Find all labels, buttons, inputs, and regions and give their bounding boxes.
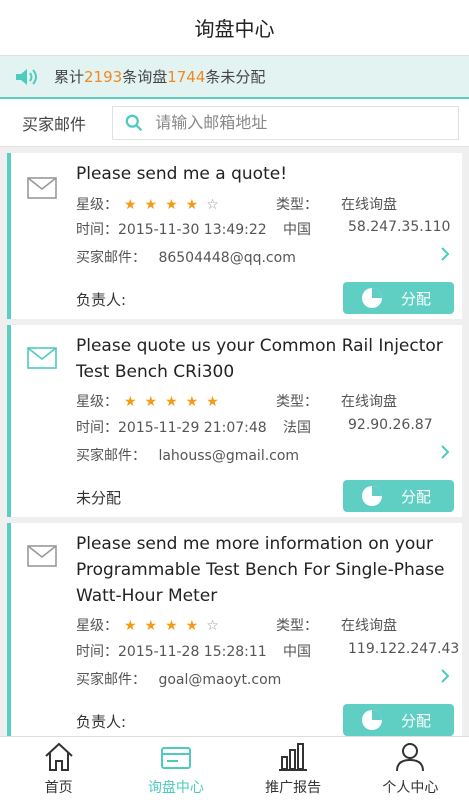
assign-label: 分配	[401, 487, 432, 506]
speaker-icon	[16, 68, 37, 85]
top-header: 询盘中心	[0, 0, 469, 56]
email-row: 买家邮件： goal@maoyt.com	[76, 669, 281, 689]
email-label: 买家邮件：	[76, 250, 146, 266]
time-row: 时间：2015-11-28 15:28:11 中国 119.122.247.43	[76, 641, 459, 661]
email-label: 买家邮件：	[76, 448, 146, 464]
star-rating: ★★★★☆	[124, 618, 227, 634]
time-label: 时间：	[76, 222, 118, 238]
owner-label: 负责人:	[76, 291, 127, 309]
inquiry-time: 2015-11-30 13:49:22	[118, 222, 267, 238]
star-rating: ★★★★★	[124, 394, 227, 410]
inquiry-type: 在线询盘	[341, 197, 397, 213]
owner-label: 未分配	[76, 489, 122, 507]
inquiry-type: 在线询盘	[341, 618, 397, 634]
mail-icon	[27, 545, 57, 567]
chevron-right-icon[interactable]	[438, 668, 452, 684]
inquiry-card[interactable]: Please send me more information on your …	[7, 523, 462, 736]
star-rating: ★★★★☆	[124, 197, 227, 213]
rating-row: 星级： ★★★★☆ 类型： 在线询盘	[76, 194, 397, 214]
type-label: 类型：	[276, 197, 318, 213]
rating-label: 星级：	[76, 394, 118, 410]
rating-row: 星级： ★★★★★ 类型： 在线询盘	[76, 391, 397, 411]
tab-label: 询盘中心	[147, 780, 204, 796]
email-row: 买家邮件： lahouss@gmail.com	[76, 445, 299, 465]
page-title: 询盘中心	[194, 17, 275, 41]
email-label: 买家邮件：	[76, 672, 146, 688]
summary-suffix: 条未分配	[205, 68, 266, 86]
tab-label: 首页	[44, 780, 73, 796]
owner-label: 负责人:	[76, 713, 127, 731]
rating-label: 星级：	[76, 197, 118, 213]
inquiry-card[interactable]: Please send me a quote! 星级： ★★★★☆ 类型： 在线询…	[7, 153, 462, 319]
assign-label: 分配	[401, 289, 432, 308]
buyer-email: 86504448@qq.com	[158, 250, 296, 266]
mail-icon	[27, 177, 57, 199]
pie-chart-icon	[362, 710, 382, 730]
inquiry-time: 2015-11-29 21:07:48	[118, 420, 267, 436]
inquiry-icon	[160, 747, 191, 769]
assign-button[interactable]: 分配	[343, 704, 454, 736]
inquiry-time: 2015-11-28 15:28:11	[118, 644, 267, 660]
time-row: 时间：2015-11-29 21:07:48 法国 92.90.26.87	[76, 417, 433, 437]
time-row: 时间：2015-11-30 13:49:22 中国 58.247.35.110	[76, 219, 450, 239]
chevron-right-icon[interactable]	[438, 444, 452, 460]
inquiry-ip: 92.90.26.87	[348, 417, 433, 433]
email-row: 买家邮件： 86504448@qq.com	[76, 247, 296, 267]
inquiry-ip: 119.122.247.43	[348, 641, 460, 657]
inquiry-title[interactable]: Please send me more information on your …	[76, 531, 448, 609]
summary-prefix: 累计	[54, 68, 85, 86]
search-label: 买家邮件	[22, 114, 87, 134]
home-icon	[44, 742, 73, 771]
inquiry-country: 中国	[283, 644, 311, 660]
summary-mid: 条询盘	[122, 68, 168, 86]
pie-chart-icon	[362, 486, 382, 506]
tab-personal-center[interactable]: 个人中心	[352, 737, 469, 800]
assign-label: 分配	[401, 711, 432, 730]
buyer-email: lahouss@gmail.com	[158, 448, 300, 464]
rating-row: 星级： ★★★★☆ 类型： 在线询盘	[76, 615, 397, 635]
inquiry-type: 在线询盘	[341, 394, 397, 410]
inquiry-list: Please send me a quote! 星级： ★★★★☆ 类型： 在线询…	[0, 149, 469, 736]
user-icon	[396, 743, 425, 772]
total-count: 2193	[84, 67, 123, 86]
search-box[interactable]	[112, 105, 459, 140]
inquiry-country: 法国	[283, 420, 311, 436]
assign-button[interactable]: 分配	[343, 282, 454, 314]
buyer-email: goal@maoyt.com	[158, 672, 282, 688]
tab-label: 推广报告	[265, 780, 322, 796]
type-label: 类型：	[276, 618, 318, 634]
unassigned-count: 1744	[167, 67, 206, 86]
bottom-tab-bar: 首页 询盘中心 推广报告 个人中心	[0, 736, 469, 800]
search-row: 买家邮件	[0, 99, 469, 147]
chevron-right-icon[interactable]	[438, 246, 452, 262]
pie-chart-icon	[362, 288, 382, 308]
time-label: 时间：	[76, 420, 118, 436]
inquiry-summary-bar: 累计 2193 条询盘 1744 条未分配	[0, 56, 469, 99]
mail-icon	[27, 347, 57, 369]
tab-label: 个人中心	[382, 780, 439, 796]
email-search-input[interactable]	[155, 113, 458, 132]
inquiry-title[interactable]: Please quote us your Common Rail Injecto…	[76, 333, 448, 385]
inquiry-title[interactable]: Please send me a quote!	[76, 161, 448, 187]
rating-label: 星级：	[76, 618, 118, 634]
time-label: 时间：	[76, 644, 118, 660]
tab-promotion-report[interactable]: 推广报告	[235, 737, 352, 800]
tab-home[interactable]: 首页	[0, 737, 117, 800]
inquiry-card[interactable]: Please quote us your Common Rail Injecto…	[7, 325, 462, 517]
search-icon	[125, 114, 143, 131]
report-icon	[279, 743, 308, 771]
type-label: 类型：	[276, 394, 318, 410]
assign-button[interactable]: 分配	[343, 480, 454, 512]
tab-inquiry-center[interactable]: 询盘中心	[117, 737, 234, 800]
inquiry-ip: 58.247.35.110	[348, 219, 451, 235]
inquiry-country: 中国	[283, 222, 311, 238]
